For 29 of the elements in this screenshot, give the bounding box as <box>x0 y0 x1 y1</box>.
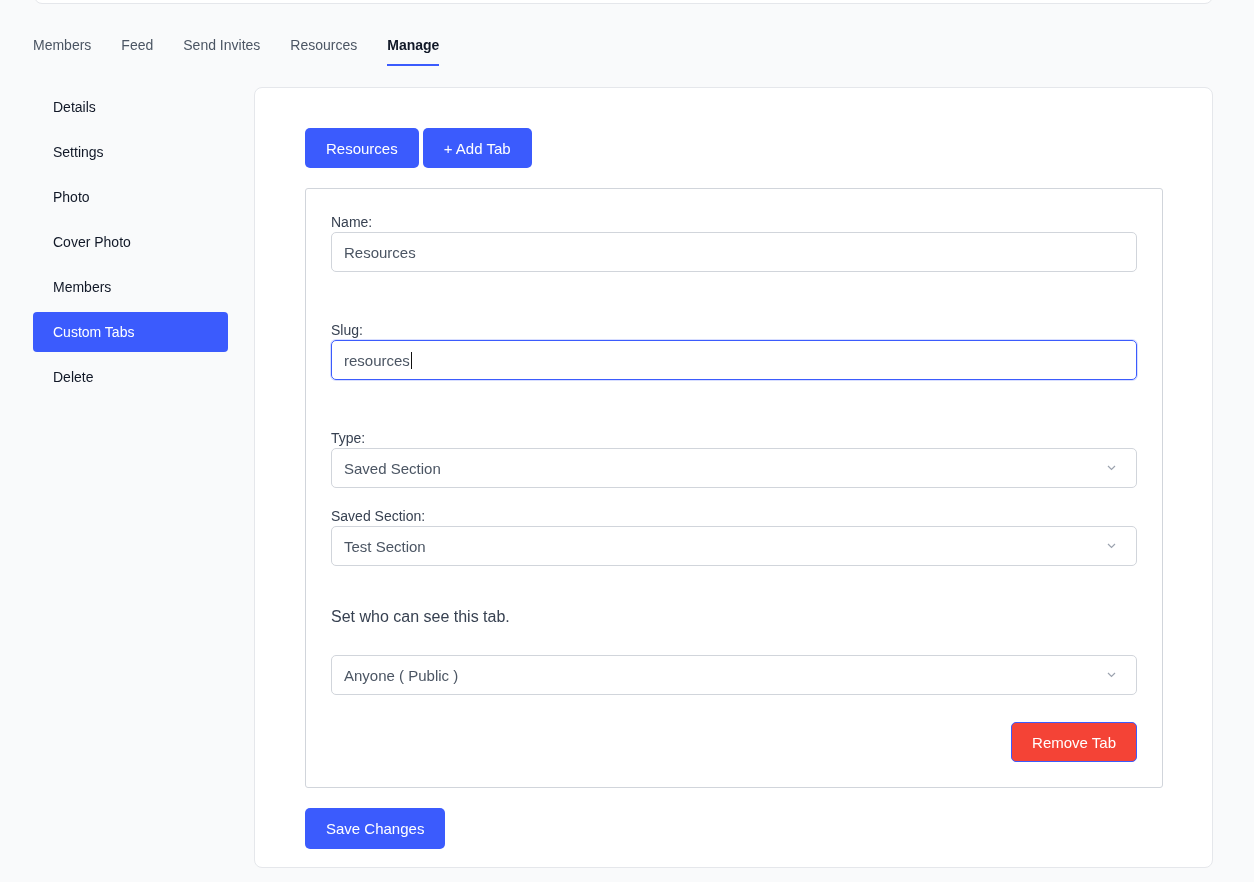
text-field[interactable]: Resources <box>331 232 1137 272</box>
nav-tab[interactable]: Feed <box>121 28 154 66</box>
select-field[interactable]: Anyone ( Public ) <box>331 655 1137 695</box>
nav-tab[interactable]: Resources <box>290 28 358 66</box>
tab-button[interactable]: + Add Tab <box>422 128 532 168</box>
select-field[interactable]: Saved Section <box>331 448 1137 488</box>
remove-tab-button[interactable]: Remove Tab <box>1011 722 1137 762</box>
sidebar-item[interactable]: Details <box>33 87 228 127</box>
nav-tab[interactable]: Manage <box>387 28 440 66</box>
sidebar-item[interactable]: Settings <box>33 132 228 172</box>
select-field[interactable]: Test Section <box>331 526 1137 566</box>
sidebar-item[interactable]: Members <box>33 267 228 307</box>
nav-tab[interactable]: Members <box>33 28 92 66</box>
sidebar-item[interactable]: Cover Photo <box>33 222 228 262</box>
tab-button[interactable]: Resources <box>305 128 419 168</box>
sidebar-item[interactable]: Delete <box>33 357 228 397</box>
chevron-down-icon <box>1107 672 1116 678</box>
text-field[interactable]: resources <box>331 340 1137 380</box>
field-label: Saved Section: <box>331 508 427 524</box>
field-label: Type: <box>331 430 367 446</box>
field-label: Slug: <box>331 322 364 338</box>
chevron-down-icon <box>1107 543 1116 549</box>
field-label: Name: <box>331 214 374 230</box>
visibility-note: Set who can see this tab. <box>331 608 511 626</box>
save-changes-button[interactable]: Save Changes <box>305 808 446 849</box>
nav-tab[interactable]: Send Invites <box>183 28 261 66</box>
sidebar-item[interactable]: Custom Tabs <box>33 312 228 352</box>
chevron-down-icon <box>1107 465 1116 471</box>
sidebar-item[interactable]: Photo <box>33 177 228 217</box>
